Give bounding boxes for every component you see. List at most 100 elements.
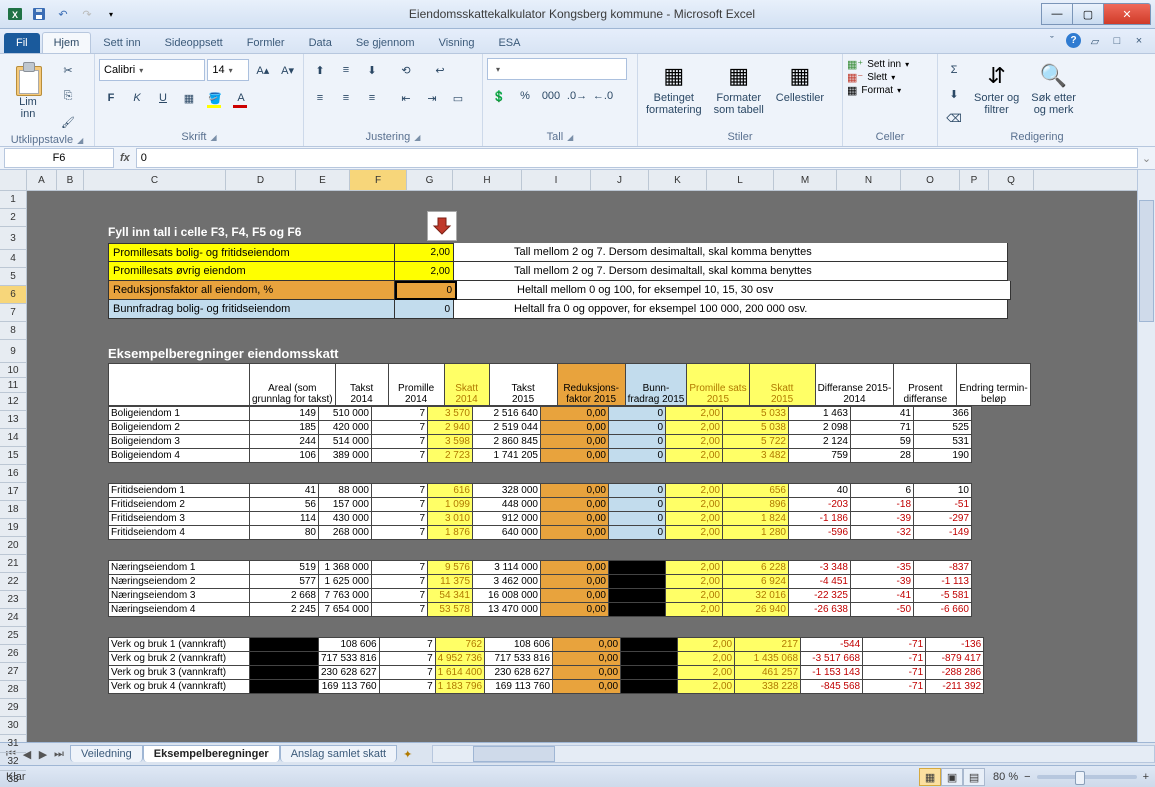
table-cell[interactable]: 2 098 [789,421,851,435]
format-painter-icon[interactable]: 🖌 [56,110,80,134]
tab-formler[interactable]: Formler [235,32,297,53]
save-icon[interactable] [28,3,50,25]
formula-expand-icon[interactable]: ⌄ [1138,152,1155,165]
row-header[interactable]: 6 [0,286,26,304]
row-header[interactable]: 24 [0,609,26,627]
table-cell[interactable]: -3 348 [789,561,851,575]
table-cell[interactable]: 56 [250,498,319,512]
row-header[interactable]: 1 [0,191,26,209]
row-header[interactable]: 19 [0,519,26,537]
table-cell[interactable]: 510 000 [319,407,372,421]
table-cell[interactable]: -39 [851,575,914,589]
table-cell[interactable]: 912 000 [473,512,541,526]
table-cell[interactable]: 6 924 [723,575,789,589]
input-value[interactable]: 2,00 [395,262,454,281]
table-cell[interactable]: 461 257 [735,666,801,680]
dialog-launcher-icon[interactable]: ◢ [210,133,216,142]
table-cell[interactable]: 2 245 [250,603,319,617]
table-cell[interactable]: -41 [851,589,914,603]
table-cell[interactable]: 7 [372,484,428,498]
table-cell[interactable]: -18 [851,498,914,512]
row-header[interactable]: 5 [0,268,26,286]
table-cell[interactable]: Boligeiendom 3 [109,435,250,449]
table-cell[interactable] [609,561,666,575]
find-select-button[interactable]: 🔍Søk etter og merk [1027,58,1080,118]
sheet-tab[interactable]: Eksempelberegninger [143,745,280,762]
dialog-launcher-icon[interactable]: ◢ [567,133,573,142]
table-cell[interactable]: 1 368 000 [319,561,372,575]
table-cell[interactable]: 1 280 [723,526,789,540]
sort-filter-button[interactable]: ⇵Sorter og filtrer [970,58,1023,118]
input-value[interactable]: 0 [395,300,454,319]
table-cell[interactable] [250,666,319,680]
tab-sideoppsett[interactable]: Sideoppsett [153,32,235,53]
border-icon[interactable]: ▦ [177,86,201,110]
table-cell[interactable]: 13 470 000 [473,603,541,617]
table-cell[interactable]: 40 [789,484,851,498]
indent-decrease-icon[interactable]: ⇤ [394,86,418,110]
column-header[interactable]: C [84,170,226,190]
table-cell[interactable]: 717 533 816 [319,652,380,666]
zoom-slider[interactable] [1037,775,1137,779]
table-cell[interactable]: 1 183 796 [435,680,485,694]
row-header[interactable]: 3 [0,227,26,250]
table-cell[interactable]: 2,00 [666,449,723,463]
table-cell[interactable]: 1 099 [428,498,473,512]
row-header[interactable]: 17 [0,483,26,501]
row-header[interactable]: 33 [0,771,26,787]
table-cell[interactable]: -845 568 [801,680,863,694]
table-cell[interactable] [609,575,666,589]
format-as-table-button[interactable]: ▦Formater som tabell [710,58,768,118]
table-cell[interactable]: 0,00 [541,421,609,435]
column-header[interactable]: B [57,170,84,190]
input-value[interactable]: 2,00 [395,243,454,262]
close-button[interactable]: ✕ [1103,3,1151,25]
sheet-nav-last-icon[interactable]: ⏭ [52,748,66,761]
row-header[interactable]: 21 [0,555,26,573]
table-cell[interactable]: 531 [914,435,972,449]
dialog-launcher-icon[interactable]: ◢ [414,133,420,142]
table-cell[interactable]: 5 038 [723,421,789,435]
table-cell[interactable]: Næringseiendom 3 [109,589,250,603]
table-cell[interactable]: 2,00 [666,589,723,603]
zoom-level[interactable]: 80 % [993,771,1018,783]
table-cell[interactable]: 2 668 [250,589,319,603]
table-cell[interactable]: 0,00 [541,526,609,540]
table-cell[interactable] [621,638,678,652]
row-header[interactable]: 27 [0,663,26,681]
table-cell[interactable]: 230 628 627 [485,666,553,680]
row-header[interactable]: 10 [0,363,26,378]
active-cell[interactable]: 0 [395,281,457,300]
vertical-scrollbar[interactable] [1137,170,1155,742]
row-header[interactable]: 9 [0,340,26,363]
table-cell[interactable]: -1 153 143 [801,666,863,680]
table-cell[interactable]: Verk og bruk 2 (vannkraft) [109,652,250,666]
table-cell[interactable]: 616 [428,484,473,498]
table-cell[interactable]: 0,00 [553,652,621,666]
format-cells-button[interactable]: ▦Format▾ [847,84,909,97]
sheet-nav-next-icon[interactable]: ▶ [36,748,50,761]
minimize-button[interactable]: — [1041,3,1073,25]
table-cell[interactable]: 7 [379,680,435,694]
row-header[interactable]: 25 [0,627,26,645]
window-restore-icon[interactable]: ▱ [1087,33,1103,49]
table-cell[interactable]: 7 [379,666,435,680]
table-cell[interactable]: Boligeiendom 1 [109,407,250,421]
table-cell[interactable]: 0 [609,435,666,449]
table-cell[interactable]: 2,00 [666,421,723,435]
table-cell[interactable]: 190 [914,449,972,463]
table-cell[interactable]: -32 [851,526,914,540]
tab-segjennom[interactable]: Se gjennom [344,32,427,53]
table-cell[interactable]: 11 375 [428,575,473,589]
table-cell[interactable]: -136 [926,638,984,652]
table-cell[interactable]: 2 940 [428,421,473,435]
table-cell[interactable]: 2 516 640 [473,407,541,421]
sheet-tab[interactable]: Anslag samlet skatt [280,745,397,762]
table-cell[interactable]: 0,00 [541,575,609,589]
align-bottom-icon[interactable]: ⬇ [360,58,384,82]
table-cell[interactable]: 0 [609,498,666,512]
table-cell[interactable] [250,638,319,652]
tab-data[interactable]: Data [297,32,344,53]
column-header[interactable]: A [27,170,57,190]
font-name-dropdown[interactable]: Calibri▾ [99,59,205,81]
